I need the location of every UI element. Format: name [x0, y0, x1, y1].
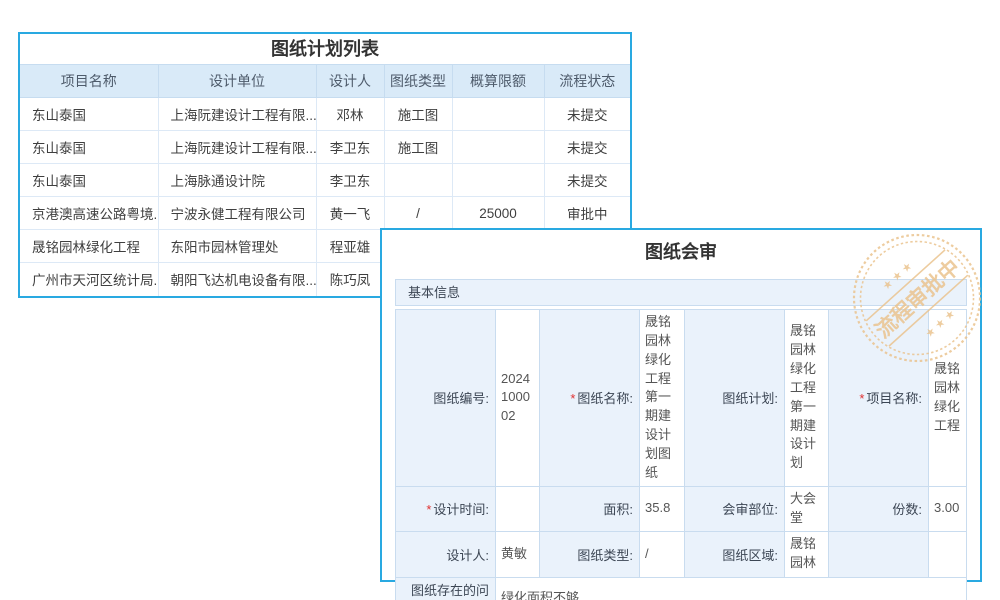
required-mark: * [426, 502, 431, 517]
field-value-drawing-plan: 晟铭园林绿化工程第一期建设计划 [785, 310, 829, 487]
cell-limit: 25000 [452, 197, 544, 230]
cell-limit [452, 131, 544, 164]
cell-project-link[interactable]: 东山泰国 [20, 98, 158, 131]
screen: 图纸计划列表 项目名称 设计单位 设计人 图纸类型 概算限额 流程状态 东山泰国 [0, 0, 1000, 600]
drawing-review-panel: 图纸会审 基本信息 图纸编号: 2024100002 *图纸名称: 晟铭园林绿化… [380, 228, 982, 582]
cell-designer: 邓林 [316, 98, 384, 131]
col-header-limit: 概算限额 [452, 65, 544, 98]
field-value-review-part: 大会堂 [785, 486, 829, 531]
review-form-table: 图纸编号: 2024100002 *图纸名称: 晟铭园林绿化工程第一期建设计划图… [395, 309, 967, 600]
field-label-area: 面积: [540, 486, 640, 531]
cell-project-link[interactable]: 东山泰国 [20, 164, 158, 197]
field-value-drawing-name: 晟铭园林绿化工程第一期建设计划图纸 [640, 310, 685, 487]
required-mark: * [859, 391, 864, 406]
review-title: 图纸会审 [382, 240, 980, 264]
cell-unit-link[interactable]: 朝阳飞达机电设备有限... [158, 263, 316, 296]
cell-unit-link[interactable]: 宁波永健工程有限公司 [158, 197, 316, 230]
cell-unit-link[interactable]: 东阳市园林管理处 [158, 230, 316, 263]
required-mark: * [570, 391, 575, 406]
status-badge: 未提交 [544, 131, 630, 164]
cell-limit [452, 164, 544, 197]
field-label-drawing-no: 图纸编号: [396, 310, 496, 487]
col-header-project: 项目名称 [20, 65, 158, 98]
status-badge: 未提交 [544, 98, 630, 131]
field-label-review-part: 会审部位: [685, 486, 785, 531]
cell-designer: 程亚雄 [316, 230, 384, 263]
col-header-type: 图纸类型 [384, 65, 452, 98]
field-label-copies: 份数: [829, 486, 929, 531]
table-row: 东山泰国 上海阮建设计工程有限... 李卫东 施工图 未提交 [20, 131, 630, 164]
col-header-unit: 设计单位 [158, 65, 316, 98]
table-row: 东山泰国 上海脉通设计院 李卫东 未提交 [20, 164, 630, 197]
field-value-drawing-no: 2024100002 [496, 310, 540, 487]
basic-info-section-header: 基本信息 [395, 279, 967, 306]
col-header-designer: 设计人 [316, 65, 384, 98]
form-row: 图纸编号: 2024100002 *图纸名称: 晟铭园林绿化工程第一期建设计划图… [396, 310, 967, 487]
field-value-area: 35.8 [640, 486, 685, 531]
field-label-drawing-type: 图纸类型: [540, 531, 640, 577]
cell-type: / [384, 197, 452, 230]
plan-list-title: 图纸计划列表 [20, 34, 630, 64]
form-row: 设计人: 黄敏 图纸类型: / 图纸区域: 晟铭园林 [396, 531, 967, 577]
cell-project-link[interactable]: 广州市天河区统计局... [20, 263, 158, 296]
field-label-empty [829, 531, 929, 577]
form-row: *设计时间: 面积: 35.8 会审部位: 大会堂 份数: 3.00 [396, 486, 967, 531]
cell-designer: 黄一飞 [316, 197, 384, 230]
field-label-drawing-plan: 图纸计划: [685, 310, 785, 487]
plan-list-header-row: 项目名称 设计单位 设计人 图纸类型 概算限额 流程状态 [20, 65, 630, 98]
field-label-drawing-name: *图纸名称: [540, 310, 640, 487]
cell-project-link[interactable]: 晟铭园林绿化工程 [20, 230, 158, 263]
cell-type: 施工图 [384, 131, 452, 164]
cell-unit-link[interactable]: 上海阮建设计工程有限... [158, 131, 316, 164]
field-value-drawing-area: 晟铭园林 [785, 531, 829, 577]
cell-project-link[interactable]: 东山泰国 [20, 131, 158, 164]
table-row: 京港澳高速公路粤境... 宁波永健工程有限公司 黄一飞 / 25000 审批中 [20, 197, 630, 230]
cell-designer: 陈巧凤 [316, 263, 384, 296]
field-label-drawing-problems: 图纸存在的问题: [396, 577, 496, 600]
field-value-drawing-type: / [640, 531, 685, 577]
status-badge: 未提交 [544, 164, 630, 197]
field-label-drawing-area: 图纸区域: [685, 531, 785, 577]
cell-designer: 李卫东 [316, 164, 384, 197]
field-label-design-time: *设计时间: [396, 486, 496, 531]
basic-info-section: 基本信息 图纸编号: 2024100002 *图纸名称: 晟铭园林绿化工程第一期… [395, 279, 967, 600]
cell-type [384, 164, 452, 197]
cell-type: 施工图 [384, 98, 452, 131]
cell-designer: 李卫东 [316, 131, 384, 164]
cell-unit-link[interactable]: 上海阮建设计工程有限... [158, 98, 316, 131]
cell-unit-link[interactable]: 上海脉通设计院 [158, 164, 316, 197]
col-header-status: 流程状态 [544, 65, 630, 98]
field-value-project-name: 晟铭园林绿化工程 [929, 310, 967, 487]
field-label-designer: 设计人: [396, 531, 496, 577]
cell-project-link[interactable]: 京港澳高速公路粤境... [20, 197, 158, 230]
field-value-design-time [496, 486, 540, 531]
field-value-designer: 黄敏 [496, 531, 540, 577]
cell-limit [452, 98, 544, 131]
field-value-empty [929, 531, 967, 577]
field-label-project-name: *项目名称: [829, 310, 929, 487]
field-value-copies: 3.00 [929, 486, 967, 531]
status-badge: 审批中 [544, 197, 630, 230]
table-row: 东山泰国 上海阮建设计工程有限... 邓林 施工图 未提交 [20, 98, 630, 131]
field-value-drawing-problems: 绿化面积不够 [496, 577, 967, 600]
form-row: 图纸存在的问题: 绿化面积不够 [396, 577, 967, 600]
